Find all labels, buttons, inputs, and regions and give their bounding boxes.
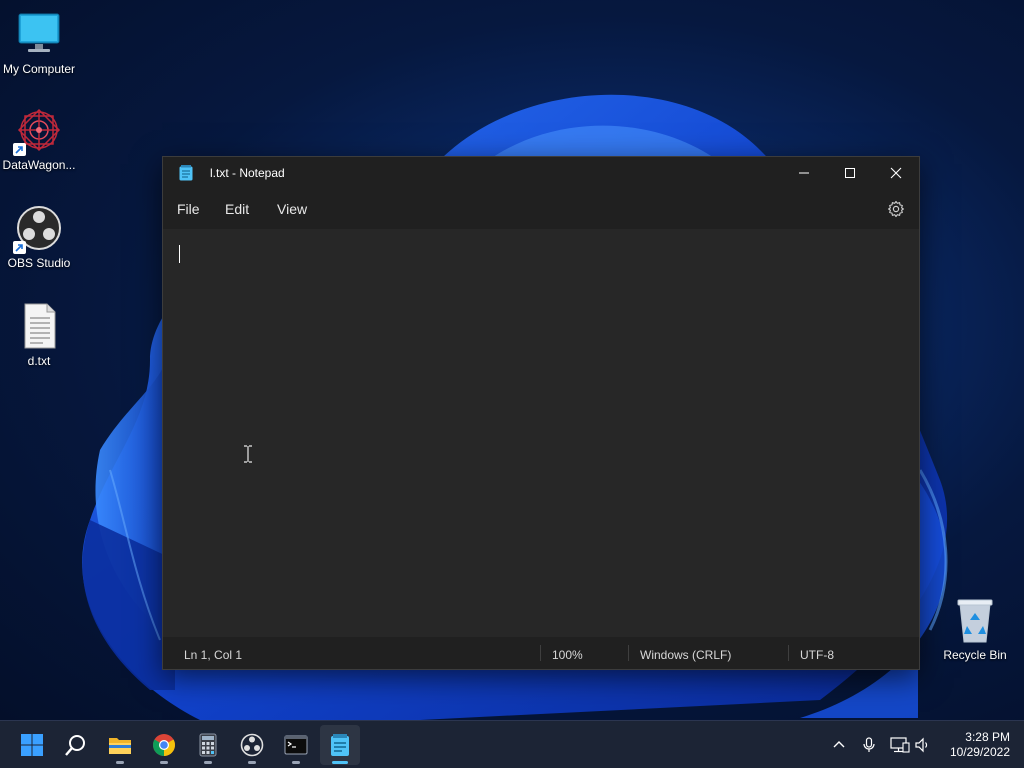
- cursor-position: Ln 1, Col 1: [184, 648, 243, 662]
- desktop-icon-label: My Computer: [2, 62, 76, 76]
- close-button[interactable]: [873, 157, 919, 189]
- status-divider: [788, 645, 789, 661]
- desktop-icon-recycle-bin[interactable]: Recycle Bin: [936, 596, 1014, 662]
- network-button[interactable]: [890, 721, 910, 768]
- settings-button[interactable]: [887, 200, 905, 218]
- taskbar-terminal[interactable]: [276, 725, 316, 765]
- clock-time: 3:28 PM: [965, 730, 1010, 744]
- chrome-icon: [153, 734, 175, 756]
- running-indicator: [332, 761, 348, 764]
- terminal-icon: [284, 735, 308, 755]
- title-bar[interactable]: l.txt - Notepad: [163, 157, 919, 189]
- taskbar-file-explorer[interactable]: [100, 725, 140, 765]
- running-indicator: [160, 761, 168, 764]
- taskbar: 3:28 PM 10/29/2022: [0, 720, 1024, 768]
- notepad-icon: [179, 165, 193, 181]
- recycle-bin-icon: [951, 596, 999, 644]
- shortcut-arrow-icon: [13, 241, 26, 254]
- start-button[interactable]: [12, 725, 52, 765]
- desktop-icon-my-computer[interactable]: My Computer: [0, 10, 78, 76]
- menu-edit[interactable]: Edit: [225, 201, 249, 217]
- folder-icon: [109, 738, 131, 754]
- chevron-up-icon: [833, 741, 845, 748]
- running-indicator: [204, 761, 212, 764]
- running-indicator: [116, 761, 124, 764]
- shortcut-arrow-icon: [13, 143, 26, 156]
- taskbar-chrome[interactable]: [144, 725, 184, 765]
- maximize-icon: [845, 168, 855, 178]
- show-hidden-icons-button[interactable]: [832, 721, 850, 768]
- line-ending: Windows (CRLF): [640, 648, 732, 662]
- menu-view[interactable]: View: [277, 201, 307, 217]
- window-title: l.txt - Notepad: [210, 166, 285, 180]
- desktop-icon-label: d.txt: [27, 354, 51, 368]
- desktop: My Computer DataWagon... OBS Studio d.tx…: [0, 0, 1024, 720]
- notepad-icon: [331, 734, 349, 756]
- desktop-icon-label: OBS Studio: [7, 256, 71, 270]
- microphone-button[interactable]: [862, 721, 878, 768]
- network-icon: [890, 737, 910, 753]
- desktop-icon-d-txt[interactable]: d.txt: [0, 302, 78, 368]
- desktop-icon-obs-studio[interactable]: OBS Studio: [0, 204, 78, 270]
- system-clock[interactable]: 3:28 PM 10/29/2022: [950, 730, 1010, 760]
- taskbar-calculator[interactable]: [188, 725, 228, 765]
- obs-icon: [13, 204, 63, 254]
- calculator-icon: [199, 733, 217, 757]
- menu-bar: File Edit View: [163, 189, 919, 229]
- encoding: UTF-8: [800, 648, 834, 662]
- taskbar-obs[interactable]: [232, 725, 272, 765]
- text-editor[interactable]: [163, 229, 919, 637]
- windows-logo-icon: [21, 734, 43, 756]
- status-divider: [540, 645, 541, 661]
- taskbar-notepad[interactable]: [320, 725, 360, 765]
- text-file-icon: [15, 302, 63, 350]
- volume-button[interactable]: [914, 721, 932, 768]
- menu-file[interactable]: File: [177, 201, 200, 217]
- clock-date: 10/29/2022: [949, 745, 1010, 759]
- minimize-icon: [799, 172, 809, 174]
- gear-icon: [888, 200, 904, 218]
- status-bar: Ln 1, Col 1 100% Windows (CRLF) UTF-8: [163, 637, 919, 669]
- desktop-icon-label: DataWagon...: [2, 158, 76, 172]
- monitor-icon: [15, 10, 63, 58]
- running-indicator: [292, 761, 300, 764]
- notepad-window[interactable]: l.txt - Notepad File Edit View Ln 1, Col…: [162, 156, 920, 670]
- ibeam-cursor-icon: [243, 445, 253, 468]
- text-caret: [179, 245, 180, 263]
- search-icon: [65, 735, 85, 756]
- obs-icon: [240, 733, 264, 757]
- running-indicator: [248, 761, 256, 764]
- maximize-button[interactable]: [827, 157, 873, 189]
- datawagon-icon: [13, 106, 63, 156]
- close-icon: [890, 167, 902, 179]
- desktop-icon-datawagon[interactable]: DataWagon...: [0, 106, 78, 172]
- desktop-icon-label: Recycle Bin: [943, 648, 1007, 662]
- microphone-icon: [863, 737, 875, 752]
- speaker-icon: [915, 737, 928, 753]
- status-divider: [628, 645, 629, 661]
- zoom-level: 100%: [552, 648, 583, 662]
- search-button[interactable]: [56, 725, 96, 765]
- minimize-button[interactable]: [781, 157, 827, 189]
